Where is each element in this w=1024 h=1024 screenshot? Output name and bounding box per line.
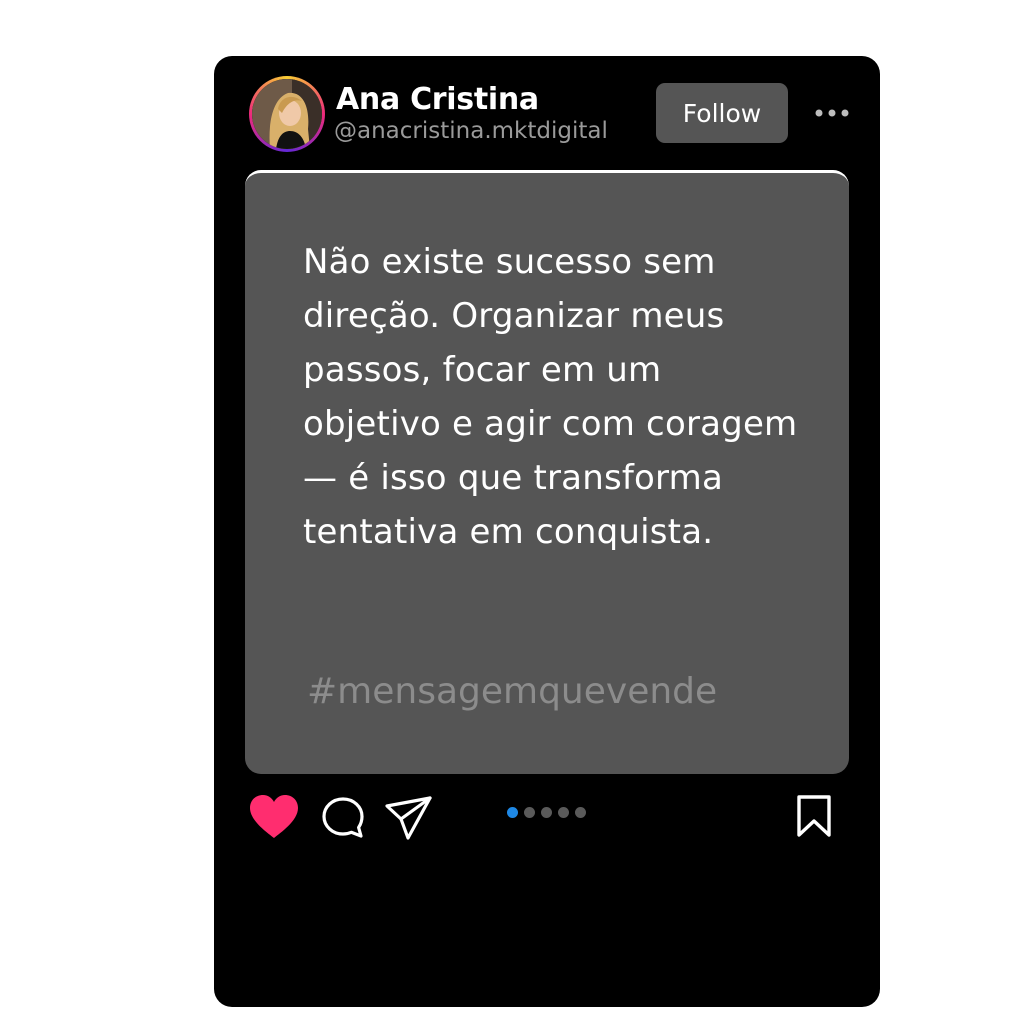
carousel-dot[interactable] <box>524 807 535 818</box>
post-hashtag[interactable]: #mensagemquevende <box>307 671 717 712</box>
carousel-dot-active[interactable] <box>507 807 518 818</box>
comment-icon[interactable] <box>320 795 366 841</box>
follow-button[interactable]: Follow <box>656 83 788 143</box>
post-content: Não existe sucesso sem direção. Organiza… <box>245 170 849 774</box>
post-card: Ana Cristina @anacristina.mktdigital Fol… <box>214 56 880 1007</box>
carousel-dot[interactable] <box>558 807 569 818</box>
more-options-icon[interactable] <box>814 106 850 120</box>
carousel-dot[interactable] <box>541 807 552 818</box>
avatar-photo <box>252 79 322 149</box>
heart-icon[interactable] <box>248 794 300 840</box>
profile-handle[interactable]: @anacristina.mktdigital <box>334 118 608 144</box>
profile-name[interactable]: Ana Cristina <box>336 82 539 117</box>
post-text: Não existe sucesso sem direção. Organiza… <box>303 242 798 552</box>
carousel-indicator <box>507 807 586 819</box>
bookmark-icon[interactable] <box>794 794 834 838</box>
carousel-dot[interactable] <box>575 807 586 818</box>
share-icon[interactable] <box>384 795 434 841</box>
avatar[interactable] <box>249 76 325 152</box>
